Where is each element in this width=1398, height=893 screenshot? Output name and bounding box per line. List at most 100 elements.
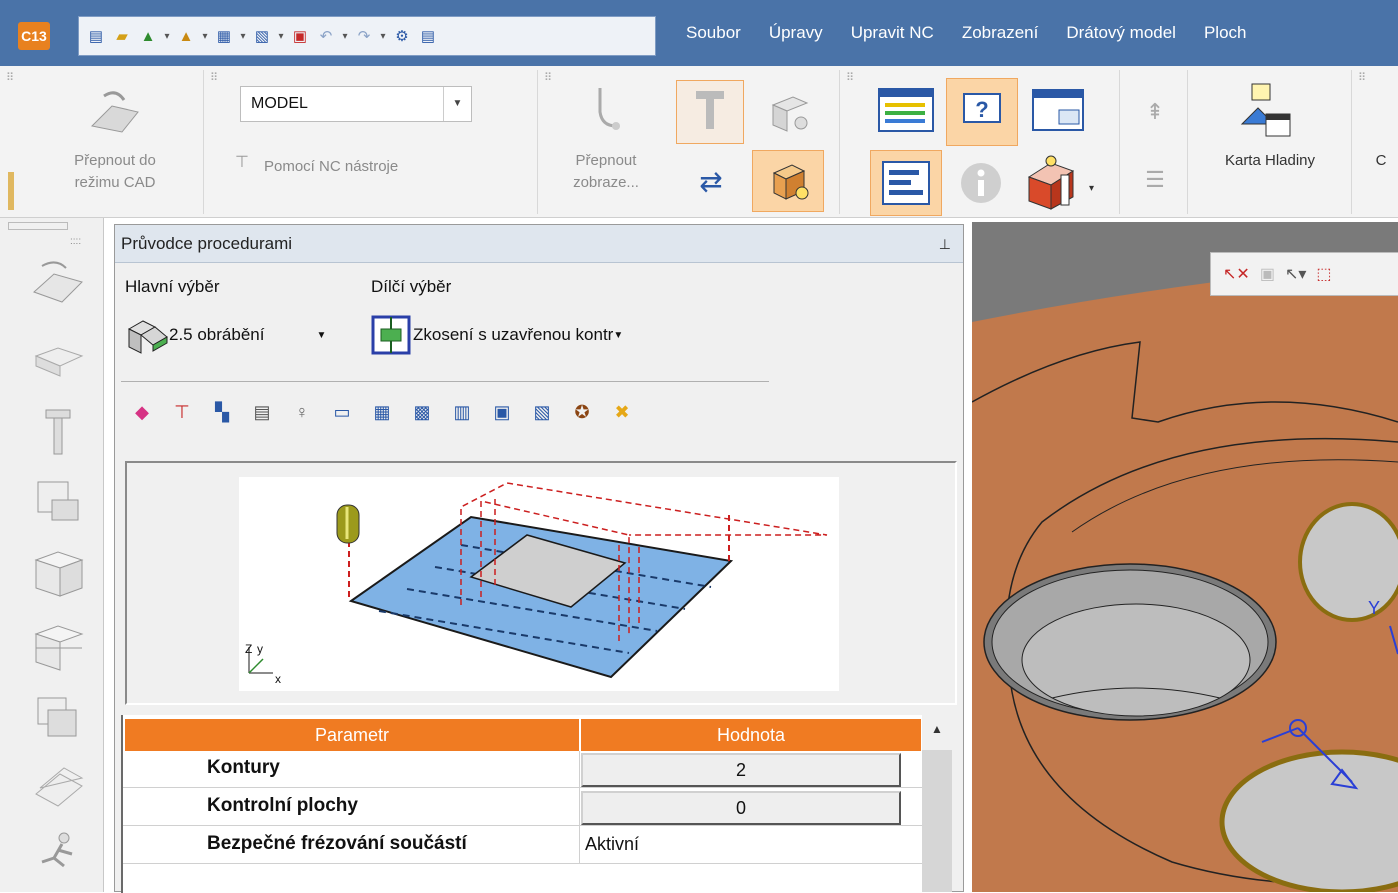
details-panel-icon[interactable] — [870, 150, 942, 216]
panel-title-text: Průvodce procedurami — [121, 234, 293, 253]
main-selection-dropdown[interactable]: 2.5 obrábění ▼ — [125, 311, 326, 359]
tool-icon[interactable] — [28, 406, 88, 458]
menu-view[interactable]: Zobrazení — [948, 23, 1053, 43]
cut-label[interactable]: C — [1366, 150, 1396, 172]
open-folder-icon[interactable]: ▰ — [111, 25, 133, 47]
shaded-view-icon[interactable] — [752, 150, 824, 212]
stock-group-icon[interactable] — [28, 692, 88, 744]
parameter-grid: Parametr Hodnota Kontury 2 Kontrolní plo… — [121, 715, 923, 893]
close-document-icon[interactable]: ▣ — [289, 25, 311, 47]
save-procedure-icon[interactable]: ▣ — [489, 399, 515, 425]
menu-surfaces[interactable]: Ploch — [1190, 23, 1261, 43]
mode-combo[interactable]: MODEL ▼ — [240, 86, 472, 122]
layers-card-icon[interactable] — [1234, 80, 1298, 144]
param-value-safe-milling[interactable]: Aktivní — [585, 827, 639, 861]
info-icon[interactable] — [954, 156, 1008, 210]
frame-icon[interactable] — [28, 336, 88, 388]
tree-structure-icon[interactable]: ▩ — [409, 399, 435, 425]
parameters-icon[interactable]: ▥ — [449, 399, 475, 425]
layers-stack-icon[interactable] — [28, 764, 88, 816]
run-simulation-icon[interactable] — [28, 828, 88, 880]
sheet-import-icon[interactable]: ▦ — [369, 399, 395, 425]
screen-export-icon[interactable]: ▭ — [329, 399, 355, 425]
delete-procedure-icon[interactable]: ✖ — [609, 399, 635, 425]
new-file-icon[interactable]: ▦ — [213, 25, 235, 47]
undo-icon[interactable]: ↶ — [315, 25, 337, 47]
group-grip: ⠿ — [544, 72, 554, 84]
window-icon[interactable]: ▤ — [417, 25, 439, 47]
pin-icon[interactable]: ⊥ — [939, 225, 951, 263]
ribbon-group-cut: ⠿ C — [1352, 70, 1398, 214]
tool-view-icon[interactable] — [676, 80, 744, 144]
probe-icon[interactable]: ♀ — [289, 399, 315, 425]
nc-tool-icon[interactable]: ⊤ — [230, 150, 254, 174]
param-value-contours[interactable]: 2 — [581, 753, 901, 787]
box-select-icon[interactable]: ⬚ — [1316, 264, 1331, 284]
menu-edit-nc[interactable]: Upravit NC — [837, 23, 948, 43]
eraser-icon[interactable]: ◆ — [129, 399, 155, 425]
stock-box-icon[interactable] — [28, 548, 88, 600]
select-mode-icon[interactable]: ↖▾ — [1285, 264, 1306, 284]
dropdown-arrow-icon[interactable]: ▾ — [201, 31, 209, 42]
chevron-down-icon[interactable]: ▼ — [443, 87, 471, 121]
tool-icon[interactable]: ⊤ — [169, 399, 195, 425]
menu-edit[interactable]: Úpravy — [755, 23, 837, 43]
group-grip: ⠿ — [210, 72, 220, 84]
save-as-icon[interactable]: ▧ — [251, 25, 273, 47]
swap-view-icon[interactable]: ⇄ — [684, 156, 738, 206]
switch-cad-label-2[interactable]: režimu CAD — [40, 172, 190, 194]
settings-icon[interactable]: ⚙ — [391, 25, 413, 47]
stock-cut-icon[interactable] — [28, 622, 88, 674]
switch-cad-icon[interactable] — [28, 258, 88, 310]
window-layout-icon[interactable] — [1026, 82, 1090, 138]
quick-access-toolbar: ▤ ▰ ▲ ▾ ▲ ▾ ▦ ▾ ▧ ▾ ▣ ↶ ▾ ↷ ▾ ⚙ ▤ — [78, 16, 656, 56]
menu-file[interactable]: Soubor — [672, 23, 755, 43]
stock-view-icon[interactable] — [758, 82, 818, 142]
grid-header-value[interactable]: Hodnota — [581, 719, 921, 751]
tool-path-icon[interactable] — [588, 80, 632, 140]
3d-viewport[interactable]: Y ↖✕ ▣ ↖▾ ⬚ — [972, 222, 1398, 892]
group-grip: ⠿ — [846, 72, 856, 84]
dropdown-arrow-icon[interactable]: ▾ — [341, 31, 349, 42]
tool-table-icon[interactable]: ▤ — [249, 399, 275, 425]
switch-view-label-1[interactable]: Přepnout — [558, 150, 654, 172]
help-icon[interactable]: ? — [946, 78, 1018, 146]
dropdown-arrow-icon[interactable]: ▾ — [163, 31, 171, 42]
menu-wireframe[interactable]: Drátový model — [1052, 23, 1190, 43]
grid-scrollbar[interactable]: ▲ — [922, 714, 952, 892]
procedure-list-icon[interactable] — [874, 82, 938, 138]
grid-header-parameter[interactable]: Parametr — [125, 719, 579, 751]
param-value-check-surfaces[interactable]: 0 — [581, 791, 901, 825]
switch-view-label-2[interactable]: zobraze... — [558, 172, 654, 194]
toolpath-list-icon[interactable] — [28, 474, 88, 526]
sub-selection-dropdown[interactable]: Zkosení s uzavřenou kontr ▼ — [369, 311, 623, 359]
redo-icon[interactable]: ↷ — [353, 25, 375, 47]
layers-card-label[interactable]: Karta Hladiny — [1188, 150, 1352, 172]
ribbon: ⠿ Přepnout do režimu CAD ⠿ ⊤ Pomocí NC n… — [0, 66, 1398, 218]
dropdown-arrow-icon[interactable]: ▾ — [379, 31, 387, 42]
param-name-check-surfaces: Kontrolní plochy — [207, 795, 358, 816]
scroll-up-icon[interactable]: ▲ — [922, 722, 952, 746]
align-top-icon[interactable]: ⇞ — [1138, 92, 1172, 132]
ribbon-group-view: ⠿ Přepnout zobraze... ⇄ — [538, 70, 840, 214]
switch-cad-icon[interactable] — [80, 84, 144, 140]
tool-library-icon[interactable]: ▚ — [209, 399, 235, 425]
deselect-icon[interactable]: ↖✕ — [1223, 264, 1250, 284]
chevron-down-icon[interactable]: ▼ — [316, 330, 326, 341]
scroll-track[interactable] — [922, 750, 952, 892]
load-procedure-icon[interactable]: ▧ — [529, 399, 555, 425]
save-icon[interactable]: ▤ — [85, 25, 107, 47]
export-icon[interactable]: ▲ — [175, 25, 197, 47]
switch-cad-label-1[interactable]: Přepnout do — [40, 150, 190, 172]
app-logo[interactable]: C13 — [18, 22, 50, 50]
nc-tool-label[interactable]: Pomocí NC nástroje — [264, 156, 494, 178]
import-icon[interactable]: ▲ — [137, 25, 159, 47]
mode-combo-value: MODEL — [251, 95, 308, 112]
machine-simulation-icon[interactable]: ▾ — [1018, 150, 1102, 214]
dropdown-arrow-icon[interactable]: ▾ — [277, 31, 285, 42]
align-list-icon[interactable]: ☰ — [1138, 160, 1172, 200]
select-window-icon[interactable]: ▣ — [1260, 264, 1275, 284]
chevron-down-icon[interactable]: ▼ — [613, 330, 623, 341]
dropdown-arrow-icon[interactable]: ▾ — [239, 31, 247, 42]
wizard-icon[interactable]: ✪ — [569, 399, 595, 425]
